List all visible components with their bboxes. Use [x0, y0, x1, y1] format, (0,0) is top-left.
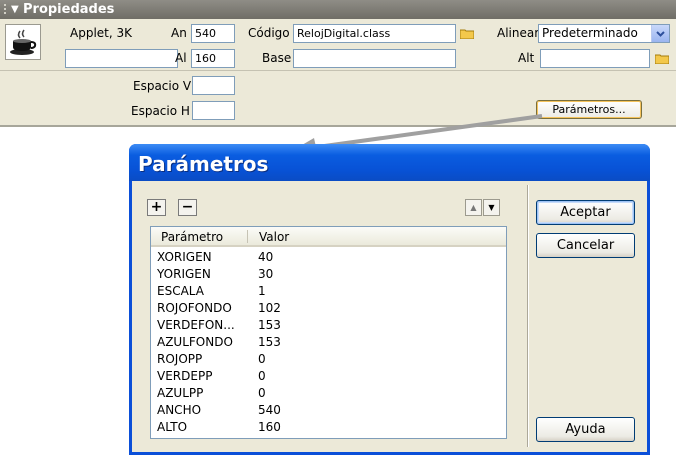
table-row[interactable]: AZULPP 0 [151, 385, 506, 402]
vspace-label: Espacio V [133, 79, 192, 93]
alt-input[interactable] [540, 49, 650, 68]
column-separator[interactable] [247, 230, 248, 243]
param-name: AZULFONDO [157, 335, 233, 349]
alt-label: Alt [518, 51, 535, 65]
table-row[interactable]: VERDEPP 0 [151, 368, 506, 385]
vspace-input[interactable] [192, 76, 235, 95]
param-name: VERDEPP [157, 369, 213, 383]
column-header-valor[interactable]: Valor [259, 230, 289, 244]
param-value: 0 [258, 352, 266, 366]
triangle-down-icon[interactable]: ▼ [11, 0, 19, 19]
param-value: 30 [258, 267, 274, 281]
properties-panel: ▼ Propiedades Applet, 3K An 540 Al 160 C… [0, 0, 676, 127]
base-label: Base [262, 51, 292, 65]
move-down-button[interactable]: ▼ [483, 199, 500, 216]
align-label: Alinear [497, 26, 540, 40]
param-value: 102 [258, 301, 281, 315]
chevron-down-icon[interactable] [651, 25, 669, 42]
param-name: AZULPP [157, 386, 204, 400]
table-row[interactable]: VERDEFON... 153 [151, 317, 506, 334]
remove-parameter-button[interactable]: − [178, 199, 197, 216]
coffee-cup-icon [5, 24, 41, 60]
dialog-body: + − ▲ ▼ Parámetro Valor XORIGEN 40 YORIG… [132, 181, 647, 452]
param-name: ROJOPP [157, 352, 203, 366]
dialog-titlebar[interactable]: Parámetros [129, 144, 650, 181]
height-label: Al [175, 51, 187, 65]
code-input[interactable]: RelojDigital.class [293, 24, 456, 43]
panel-header[interactable]: ▼ Propiedades [0, 0, 676, 19]
accept-button[interactable]: Aceptar [536, 200, 635, 225]
param-value: 0 [258, 386, 266, 400]
folder-icon[interactable] [460, 28, 474, 39]
param-name: ROJOFONDO [157, 301, 232, 315]
param-name: ANCHO [157, 403, 202, 417]
param-name: VERDEFON... [157, 318, 235, 332]
help-button[interactable]: Ayuda [536, 417, 635, 442]
grip-handle[interactable] [3, 3, 7, 16]
table-row[interactable]: ESCALA 1 [151, 283, 506, 300]
panel-title: Propiedades [23, 2, 115, 17]
base-input[interactable] [293, 49, 456, 68]
param-value: 40 [258, 250, 274, 264]
param-value: 0 [258, 369, 266, 383]
table-row[interactable]: AZULFONDO 153 [151, 334, 506, 351]
cancel-button[interactable]: Cancelar [536, 233, 635, 258]
param-value: 153 [258, 318, 281, 332]
param-name: YORIGEN [157, 267, 211, 281]
width-label: An [171, 26, 187, 40]
add-parameter-button[interactable]: + [147, 199, 166, 216]
folder-icon[interactable] [655, 53, 669, 64]
move-up-button[interactable]: ▲ [465, 199, 482, 216]
param-name: XORIGEN [157, 250, 212, 264]
table-header: Parámetro Valor [151, 227, 506, 247]
table-row[interactable]: XORIGEN 40 [151, 249, 506, 266]
hspace-label: Espacio H [131, 104, 190, 118]
dialog-title: Parámetros [138, 152, 269, 176]
align-select-value: Predeterminado [542, 26, 638, 40]
param-name: ESCALA [157, 284, 204, 298]
parameters-dialog: Parámetros + − ▲ ▼ Parámetro Valor XORIG… [129, 144, 650, 455]
panel-divider [0, 70, 676, 71]
dialog-separator [527, 185, 529, 447]
table-row[interactable]: ALTO 160 [151, 419, 506, 436]
applet-name-input[interactable] [65, 49, 178, 68]
param-value: 153 [258, 335, 281, 349]
align-select[interactable]: Predeterminado [538, 24, 670, 43]
code-label: Código [248, 26, 290, 40]
param-value: 540 [258, 403, 281, 417]
parameters-table[interactable]: Parámetro Valor XORIGEN 40 YORIGEN 30 ES… [150, 226, 507, 439]
param-value: 160 [258, 420, 281, 434]
width-input[interactable]: 540 [191, 24, 235, 43]
applet-size-label: Applet, 3K [70, 26, 132, 40]
table-row[interactable]: ROJOFONDO 102 [151, 300, 506, 317]
param-name: ALTO [157, 420, 188, 434]
param-value: 1 [258, 284, 266, 298]
table-row[interactable]: YORIGEN 30 [151, 266, 506, 283]
table-row[interactable]: ROJOPP 0 [151, 351, 506, 368]
height-input[interactable]: 160 [191, 49, 235, 68]
hspace-input[interactable] [192, 101, 235, 120]
column-header-parametro[interactable]: Parámetro [161, 230, 223, 244]
table-row[interactable]: ANCHO 540 [151, 402, 506, 419]
